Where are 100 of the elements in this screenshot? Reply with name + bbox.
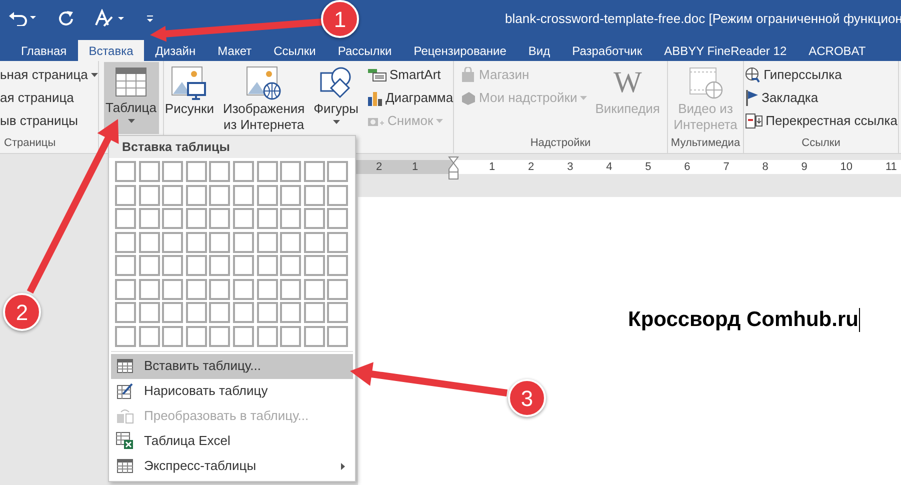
ribbon-button[interactable]: Гиперссылка — [742, 63, 900, 86]
grid-cell[interactable] — [232, 255, 254, 276]
ribbon-button[interactable]: Рисунки — [162, 63, 217, 119]
grid-cell[interactable] — [327, 184, 348, 206]
grid-cell[interactable] — [232, 184, 254, 206]
grid-cell[interactable] — [162, 184, 184, 206]
ribbon-button[interactable]: Диаграмма — [364, 86, 456, 109]
grid-cell[interactable] — [138, 278, 160, 300]
grid-cell[interactable] — [232, 208, 254, 229]
grid-cell[interactable] — [327, 208, 348, 229]
grid-cell[interactable] — [186, 302, 207, 323]
grid-cell[interactable] — [209, 184, 230, 206]
grid-cell[interactable] — [209, 232, 230, 252]
ribbon-tab[interactable]: Дизайн — [144, 40, 207, 61]
ribbon-button[interactable]: Фигуры — [310, 63, 362, 129]
grid-cell[interactable] — [232, 326, 254, 346]
ribbon-tab[interactable]: Рассылки — [326, 40, 403, 61]
grid-cell[interactable] — [115, 278, 136, 300]
grid-cell[interactable] — [256, 232, 278, 252]
ribbon-button[interactable]: ьная страница — [0, 63, 100, 86]
menu-item[interactable]: Экспресс-таблицы — [111, 454, 353, 478]
grid-cell[interactable] — [138, 208, 160, 229]
grid-cell[interactable] — [138, 255, 160, 276]
grid-cell[interactable] — [280, 208, 302, 229]
grid-cell[interactable] — [256, 208, 278, 229]
grid-cell[interactable] — [256, 161, 278, 182]
ribbon-tab[interactable]: Разработчик — [561, 40, 654, 61]
grid-cell[interactable] — [232, 161, 254, 182]
spelling-icon[interactable] — [94, 8, 126, 26]
ribbon-tab[interactable]: ACROBAT — [798, 40, 877, 61]
grid-cell[interactable] — [280, 326, 302, 346]
grid-cell[interactable] — [280, 184, 302, 206]
grid-cell[interactable] — [209, 255, 230, 276]
grid-cell[interactable] — [138, 184, 160, 206]
grid-cell[interactable] — [138, 302, 160, 323]
grid-cell[interactable] — [304, 278, 325, 300]
grid-cell[interactable] — [232, 278, 254, 300]
grid-cell[interactable] — [256, 255, 278, 276]
redo-icon[interactable] — [58, 10, 74, 26]
grid-cell[interactable] — [115, 161, 136, 182]
menu-item[interactable]: Нарисовать таблицу — [111, 378, 353, 404]
grid-cell[interactable] — [304, 255, 325, 276]
grid-cell[interactable] — [162, 326, 184, 346]
grid-cell[interactable] — [115, 208, 136, 229]
grid-cell[interactable] — [209, 278, 230, 300]
grid-cell[interactable] — [115, 232, 136, 252]
grid-cell[interactable] — [327, 255, 348, 276]
grid-cell[interactable] — [256, 184, 278, 206]
ribbon-button[interactable]: Перекрестная ссылка — [742, 109, 900, 132]
grid-cell[interactable] — [186, 278, 207, 300]
grid-cell[interactable] — [162, 208, 184, 229]
grid-cell[interactable] — [327, 326, 348, 346]
grid-cell[interactable] — [186, 326, 207, 346]
ribbon-button[interactable]: Таблица — [104, 62, 158, 134]
customize-icon[interactable] — [146, 12, 154, 22]
grid-cell[interactable] — [304, 232, 325, 252]
ribbon-button[interactable]: Закладка — [742, 86, 900, 109]
grid-cell[interactable] — [304, 184, 325, 206]
grid-cell[interactable] — [138, 232, 160, 252]
grid-cell[interactable] — [186, 232, 207, 252]
ribbon-tab[interactable]: Рецензирование — [402, 40, 518, 61]
undo-icon[interactable] — [8, 10, 38, 26]
menu-item[interactable]: Таблица Excel — [111, 428, 353, 454]
grid-cell[interactable] — [232, 302, 254, 323]
grid-cell[interactable] — [304, 161, 325, 182]
grid-cell[interactable] — [280, 278, 302, 300]
menu-item[interactable]: Вставить таблицу... — [111, 354, 353, 378]
indent-marker-icon[interactable] — [448, 156, 459, 180]
grid-cell[interactable] — [162, 278, 184, 300]
grid-cell[interactable] — [256, 326, 278, 346]
grid-cell[interactable] — [304, 326, 325, 346]
grid-cell[interactable] — [186, 255, 207, 276]
grid-cell[interactable] — [209, 208, 230, 229]
ribbon-button[interactable]: ыв страницы — [0, 109, 100, 132]
grid-cell[interactable] — [327, 232, 348, 252]
grid-cell[interactable] — [186, 161, 207, 182]
grid-cell[interactable] — [162, 255, 184, 276]
grid-cell[interactable] — [162, 232, 184, 252]
grid-cell[interactable] — [186, 184, 207, 206]
grid-cell[interactable] — [138, 326, 160, 346]
grid-cell[interactable] — [327, 161, 348, 182]
ribbon-tab[interactable]: Главная — [10, 40, 78, 61]
grid-cell[interactable] — [115, 184, 136, 206]
grid-cell[interactable] — [280, 302, 302, 323]
ribbon-tab[interactable]: Вид — [517, 40, 562, 61]
grid-cell[interactable] — [256, 302, 278, 323]
ribbon-tab[interactable]: Ссылки — [262, 40, 327, 61]
grid-cell[interactable] — [209, 302, 230, 323]
ribbon-button[interactable]: Изображения из Интернета — [220, 63, 308, 135]
grid-cell[interactable] — [209, 161, 230, 182]
ribbon-tab[interactable]: ABBYY FineReader 12 — [653, 40, 798, 61]
ribbon-tab[interactable]: Макет — [206, 40, 263, 61]
grid-cell[interactable] — [304, 208, 325, 229]
ribbon-button[interactable]: ая страница — [0, 86, 100, 109]
grid-cell[interactable] — [162, 161, 184, 182]
grid-cell[interactable] — [327, 278, 348, 300]
grid-cell[interactable] — [327, 302, 348, 323]
grid-cell[interactable] — [162, 302, 184, 323]
grid-cell[interactable] — [186, 208, 207, 229]
grid-cell[interactable] — [138, 161, 160, 182]
